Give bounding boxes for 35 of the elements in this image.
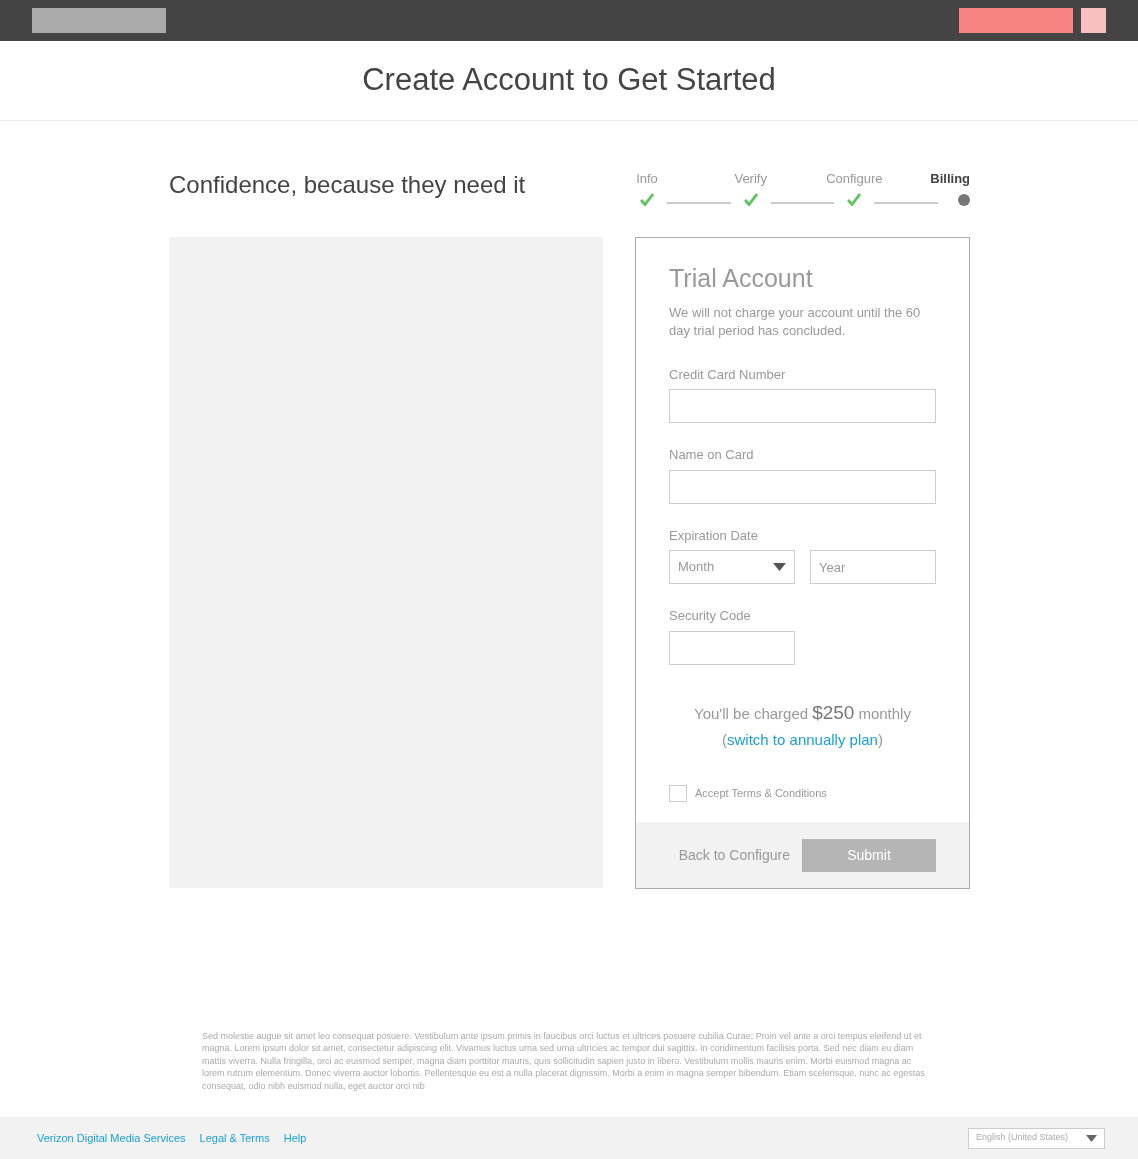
footer-link[interactable]: Legal & Terms (199, 1129, 270, 1147)
year-field[interactable]: Year (810, 550, 936, 584)
language-select[interactable]: English (United States) (968, 1127, 1105, 1149)
input-field[interactable] (669, 469, 936, 504)
step-label: Info (636, 170, 658, 188)
terms-label: Accept Terms & Conditions (695, 786, 827, 802)
input-field[interactable] (669, 389, 936, 423)
field-label: Name on Card (669, 446, 755, 464)
footer-link[interactable]: Help (283, 1129, 307, 1147)
parenthesis: ) (877, 730, 883, 750)
parenthesis: ( (722, 730, 728, 750)
input-field[interactable] (669, 630, 795, 665)
step-label: Verify (734, 170, 767, 188)
dropdown-icon (773, 563, 786, 571)
charge-amount: $250 (812, 700, 855, 725)
field-label: Credit Card Number (669, 365, 787, 384)
field-label: Expiration Date (669, 526, 759, 545)
dropdown-icon (1086, 1134, 1097, 1142)
charge-text: You'll be charged (694, 703, 809, 724)
button-placeholder[interactable] (959, 8, 1073, 33)
footer-link[interactable]: Verizon Digital Media Services (37, 1129, 186, 1147)
charge-period: monthly (858, 703, 911, 724)
tagline: Confidence, because they need it (169, 170, 527, 200)
month-select[interactable]: Month (669, 550, 795, 584)
button-placeholder[interactable] (1081, 8, 1106, 33)
field-label: Security Code (669, 607, 752, 625)
terms-checkbox[interactable] (669, 785, 687, 802)
page-title: Create Account to Get Started (362, 61, 776, 100)
back-button[interactable]: Back to Configure (678, 844, 790, 866)
card-title: Trial Account (669, 263, 814, 294)
legal-text: Sed molestie augue sit amet leo consequat posuere. Vestibulum ante ipsum primis in faucibus orci luctus et ultrices posuere cubilia Curae; Proin vel ante a orci tempus eleifend ut et magna. Lorem ipsum dolor sit amet, consectetur adipiscing elit. Vivamus luctus urna sed urna ultricies ac tempor dui sagittis. In condimentum facilisis porta. Sed nec diam eu diam mattis viverra. Nulla fringilla, orci ac euismod semper, magna diam porttitor mauris, quis sollicitudin sapien justo in libero. Vestibulum mollis mauris enim. Morbi euismod magna ac lorem rutrum elementum. Donec viverra auctor lobortis. Pellentesque eu est a nulla placerat dignissim. Morbi a enim in magna semper bibendum. Etiam scelerisque, nunc ac egestas consequat, odio nibh euismod nulla, eget auctor orci nib (202, 1029, 926, 1092)
step-label: Configure (826, 170, 883, 188)
step-label: Billing (930, 170, 970, 188)
switch-plan-link[interactable]: switch to annually plan (727, 729, 878, 752)
card-description: We will not charge your account until the 60 day trial period has concluded. (669, 303, 922, 340)
